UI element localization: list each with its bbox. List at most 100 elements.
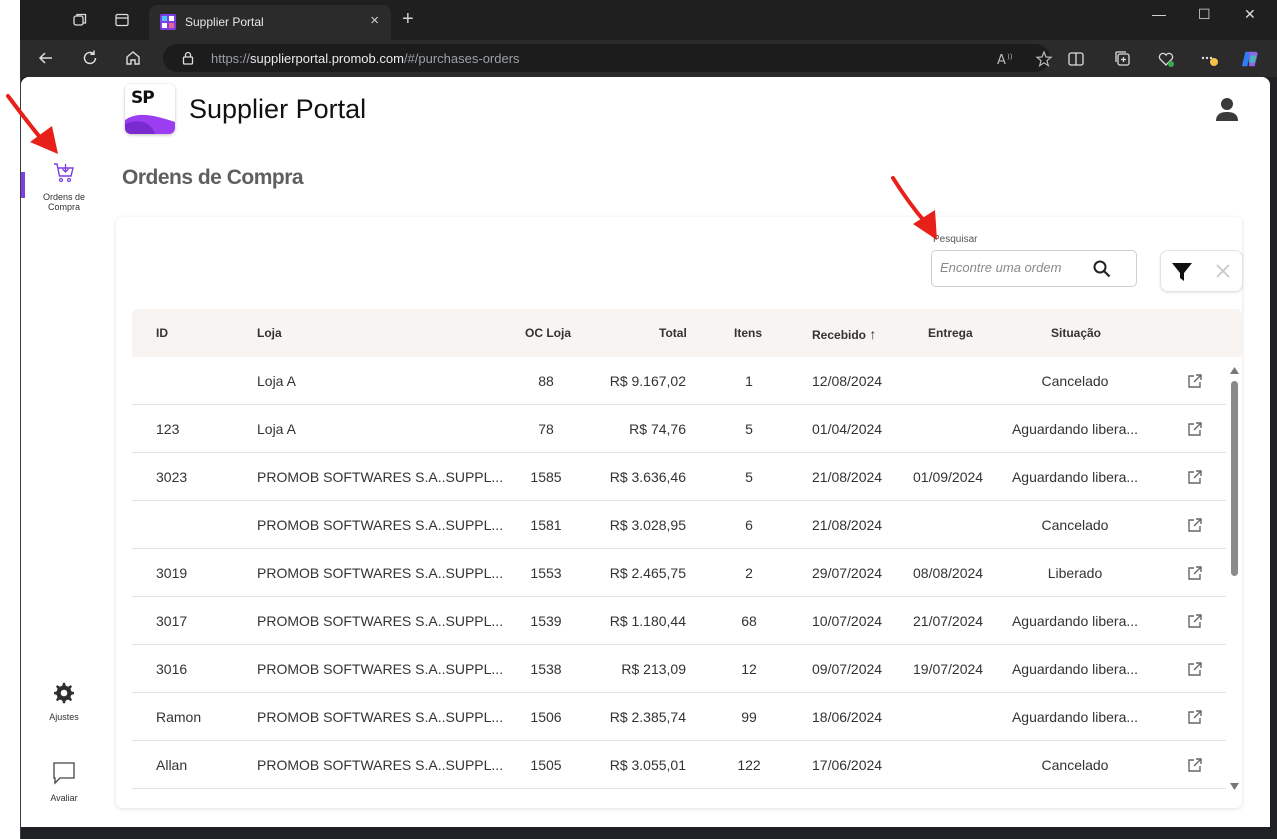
- app-logo[interactable]: SP: [125, 84, 175, 134]
- url-bar[interactable]: https://supplierportal.promob.com/#/purc…: [163, 44, 1053, 72]
- cell-total: R$ 213,09: [621, 661, 686, 677]
- cell-situacao: Liberado: [1047, 565, 1103, 581]
- table-row[interactable]: 3023 PROMOB SOFTWARES S.A..SUPPL... 1585 R$…: [132, 453, 1226, 501]
- address-bar-row: https://supplierportal.promob.com/#/purc…: [20, 40, 1277, 77]
- cell-itens: 68: [741, 613, 757, 629]
- sidebar-item-label: Ordens de Compra: [42, 192, 86, 212]
- cell-situacao: Cancelado: [1041, 757, 1109, 773]
- back-icon[interactable]: [36, 48, 56, 68]
- open-in-new-icon[interactable]: [1187, 565, 1203, 586]
- tab-supplier-portal[interactable]: Supplier Portal ×: [149, 5, 391, 40]
- table-row[interactable]: Allan PROMOB SOFTWARES S.A..SUPPL... 1505 R…: [132, 741, 1226, 789]
- cell-id: 3023: [156, 469, 188, 485]
- refresh-icon[interactable]: [80, 48, 100, 68]
- favorite-star-icon[interactable]: [1035, 50, 1053, 68]
- table-row[interactable]: 3017 PROMOB SOFTWARES S.A..SUPPL... 1539 R$…: [132, 597, 1226, 645]
- search-icon[interactable]: [1092, 259, 1112, 279]
- browser-essentials-icon[interactable]: [1156, 49, 1176, 69]
- cell-total: R$ 1.180,44: [609, 613, 686, 629]
- cell-oc-loja: 1539: [530, 613, 562, 629]
- close-window-button[interactable]: ✕: [1244, 6, 1256, 23]
- open-in-new-icon[interactable]: [1187, 421, 1203, 442]
- cell-recebido: 10/07/2024: [812, 613, 883, 629]
- cell-loja: PROMOB SOFTWARES S.A..SUPPL...: [257, 757, 504, 773]
- open-in-new-icon[interactable]: [1187, 709, 1203, 730]
- cell-itens: 122: [737, 757, 761, 773]
- cell-entrega: 21/07/2024: [913, 613, 984, 629]
- cell-id: Allan: [156, 757, 188, 773]
- open-in-new-icon[interactable]: [1187, 373, 1203, 394]
- column-header-situacao[interactable]: Situação: [1051, 326, 1101, 340]
- cell-id: Ramon: [156, 709, 202, 725]
- read-aloud-icon[interactable]: A)): [996, 50, 1014, 68]
- cell-oc-loja: 1505: [530, 757, 562, 773]
- page-title: Ordens de Compra: [122, 166, 304, 189]
- table-scrollbar[interactable]: [1226, 357, 1242, 802]
- table-row[interactable]: 3019 PROMOB SOFTWARES S.A..SUPPL... 1553 R$…: [132, 549, 1226, 597]
- cell-recebido: 21/08/2024: [812, 469, 883, 485]
- home-icon[interactable]: [123, 48, 143, 68]
- sidebar-item-ajustes[interactable]: Ajustes: [21, 681, 107, 722]
- cell-situacao: Aguardando libera...: [1011, 421, 1139, 437]
- scroll-down-icon[interactable]: [1230, 777, 1239, 795]
- cell-itens: 5: [745, 421, 753, 437]
- table-row[interactable]: Loja A 88 R$ 9.167,02 1 12/08/2024 Cancelado: [132, 357, 1226, 405]
- column-header-id[interactable]: ID: [156, 326, 168, 340]
- table-body: Loja A 88 R$ 9.167,02 1 12/08/2024 Cancelado 1…: [132, 357, 1226, 802]
- copilot-icon[interactable]: [1240, 49, 1260, 69]
- new-tab-button[interactable]: +: [402, 9, 414, 29]
- open-in-new-icon[interactable]: [1187, 661, 1203, 682]
- scrollbar-thumb[interactable]: [1231, 381, 1238, 576]
- column-header-recebido[interactable]: Recebido ↑: [812, 326, 876, 342]
- open-in-new-icon[interactable]: [1187, 469, 1203, 490]
- clear-filter-icon[interactable]: [1213, 261, 1233, 286]
- table-row[interactable]: 123 Loja A 78 R$ 74,76 5 01/04/2024 Aguardando…: [132, 405, 1226, 453]
- collections-icon[interactable]: [1113, 49, 1133, 69]
- search-field[interactable]: [931, 250, 1137, 287]
- cell-recebido: 21/08/2024: [812, 517, 883, 533]
- svg-text:A: A: [997, 53, 1006, 68]
- cell-total: R$ 9.167,02: [609, 373, 686, 389]
- search-input[interactable]: [940, 260, 1090, 275]
- maximize-button[interactable]: ☐: [1198, 6, 1211, 23]
- user-avatar-icon[interactable]: [1213, 95, 1241, 128]
- search-label: Pesquisar: [933, 234, 978, 245]
- cell-entrega: 08/08/2024: [913, 565, 984, 581]
- sidebar-item-avaliar[interactable]: Avaliar: [21, 760, 107, 803]
- gear-icon: [52, 681, 76, 710]
- cell-total: R$ 74,76: [629, 421, 686, 437]
- column-header-oc-loja[interactable]: OC Loja: [525, 326, 571, 340]
- column-header-entrega[interactable]: Entrega: [928, 326, 973, 340]
- table-row[interactable]: 3016 PROMOB SOFTWARES S.A..SUPPL... 1538 R$…: [132, 645, 1226, 693]
- cell-recebido: 09/07/2024: [812, 661, 883, 677]
- cell-recebido: 01/04/2024: [812, 421, 883, 437]
- table-row[interactable]: Ramon PROMOB SOFTWARES S.A..SUPPL... 1506 R…: [132, 693, 1226, 741]
- column-header-total[interactable]: Total: [659, 326, 687, 340]
- column-header-loja[interactable]: Loja: [257, 326, 282, 340]
- cell-itens: 1: [745, 373, 753, 389]
- open-in-new-icon[interactable]: [1187, 757, 1203, 778]
- sidebar-item-ordens-de-compra[interactable]: Ordens de Compra: [21, 161, 107, 212]
- supplier-portal-favicon-icon: [160, 14, 176, 30]
- minimize-button[interactable]: —: [1152, 6, 1166, 22]
- cell-oc-loja: 78: [538, 421, 554, 437]
- scroll-up-icon[interactable]: [1230, 361, 1239, 379]
- tab-close-icon[interactable]: ×: [370, 13, 379, 29]
- open-in-new-icon[interactable]: [1187, 613, 1203, 634]
- tab-actions-icon[interactable]: [112, 10, 132, 30]
- table-row[interactable]: PROMOB SOFTWARES S.A..SUPPL... 1581 R$ 3.0…: [132, 501, 1226, 549]
- filter-controls: [1160, 250, 1243, 292]
- portal-page: Ordens de Compra Ajustes Avaliar SP Supp…: [21, 77, 1270, 827]
- cell-total: R$ 2.385,74: [609, 709, 686, 725]
- split-screen-icon[interactable]: [1066, 49, 1086, 69]
- sidebar: Ordens de Compra Ajustes Avaliar: [21, 77, 107, 827]
- lock-icon[interactable]: [181, 51, 195, 70]
- cell-id: 3019: [156, 565, 188, 581]
- cell-total: R$ 3.636,46: [609, 469, 686, 485]
- workspaces-icon[interactable]: [70, 10, 90, 30]
- open-in-new-icon[interactable]: [1187, 517, 1203, 538]
- filter-icon[interactable]: [1171, 261, 1193, 288]
- cell-entrega: 01/09/2024: [913, 469, 984, 485]
- column-header-itens[interactable]: Itens: [734, 326, 762, 340]
- more-options-icon[interactable]: [1200, 49, 1220, 69]
